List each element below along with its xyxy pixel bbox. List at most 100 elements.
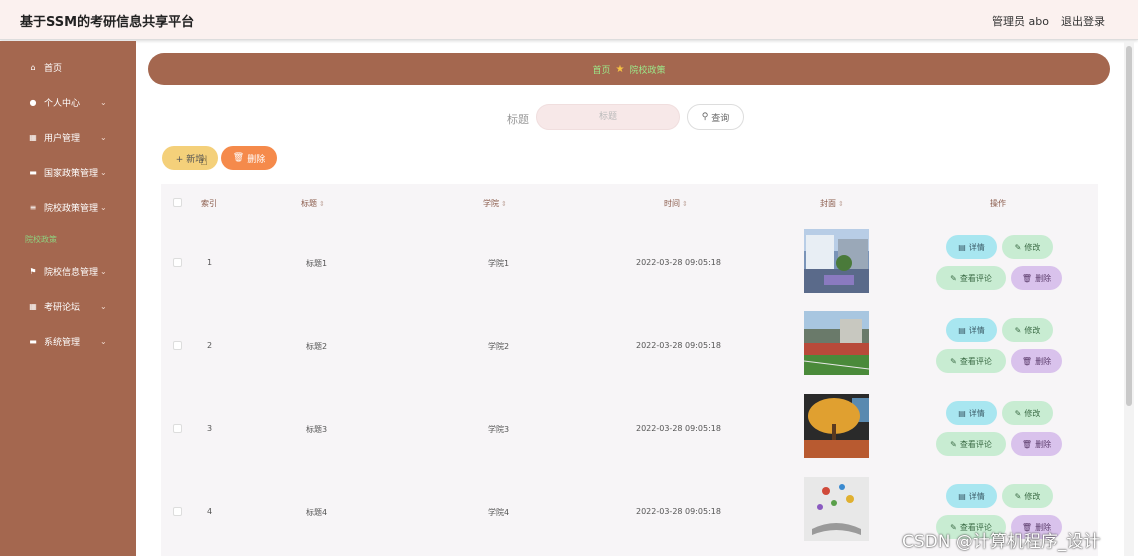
- sidebar-item-label: 院校信息管理: [44, 267, 99, 278]
- sidebar-item-label: 用户管理: [44, 133, 81, 144]
- view-comments-button[interactable]: ✎ 查看评论: [936, 266, 1006, 290]
- sidebar-item-personal[interactable]: ● 个人中心 ⌄: [0, 91, 136, 113]
- sort-icon[interactable]: ⇕: [501, 200, 507, 208]
- view-comments-button[interactable]: ✎ 查看评论: [936, 349, 1006, 373]
- chevron-down-icon: ⌄: [100, 336, 107, 346]
- cell-title: 标题1: [306, 259, 328, 268]
- trash-icon: 🗑: [1021, 356, 1033, 366]
- edit-button[interactable]: ✎ 修改: [1002, 484, 1053, 508]
- list-icon: ≡: [29, 202, 37, 212]
- sidebar-item-label: 系统管理: [44, 337, 81, 348]
- header-cover[interactable]: 封面 ⇕: [820, 198, 844, 209]
- delete-button[interactable]: 🗑 删除: [1011, 349, 1062, 373]
- row-checkbox[interactable]: [173, 341, 182, 350]
- header-ops: 操作: [990, 199, 1006, 208]
- sidebar-item-label: 首页: [44, 63, 63, 74]
- cell-index: 2: [207, 341, 213, 350]
- doc-icon: ▤: [958, 408, 966, 418]
- edit-button[interactable]: ✎ 修改: [1002, 235, 1053, 259]
- cell-index: 4: [207, 507, 213, 516]
- chevron-down-icon: ⌄: [100, 132, 107, 142]
- cover-image-autumn-tree: [804, 394, 869, 458]
- sidebar-item-national-policy[interactable]: ▬ 国家政策管理 ⌄: [0, 161, 136, 183]
- pencil-icon: ✎: [1014, 491, 1022, 501]
- trash-icon: 🗑: [1021, 273, 1033, 283]
- header-college[interactable]: 学院 ⇕: [483, 198, 507, 209]
- cover-image-book-art: [804, 477, 869, 541]
- trash-icon: 🗑: [1021, 439, 1033, 449]
- cell-title: 标题3: [306, 425, 328, 434]
- cell-time: 2022-03-28 09:05:18: [636, 258, 721, 267]
- grid-icon: ▦: [29, 301, 37, 311]
- trash-icon: 🗑: [232, 153, 245, 163]
- detail-button[interactable]: ▤ 详情: [946, 484, 997, 508]
- vertical-scrollbar[interactable]: [1124, 42, 1134, 556]
- table-row: 2 标题2 学院2 2022-03-28 09:05:18 ▤ 详情 ✎ 修改 ✎ 查…: [161, 304, 1098, 387]
- delete-button[interactable]: 🗑 删除: [1011, 266, 1062, 290]
- doc-icon: ▤: [958, 242, 966, 252]
- chat-icon: ▬: [29, 336, 37, 346]
- cell-college: 学院3: [488, 425, 510, 434]
- add-button[interactable]: + 新增: [162, 146, 218, 170]
- cell-college: 学院1: [488, 259, 510, 268]
- cover-image-building: [804, 229, 869, 293]
- search-input[interactable]: [536, 104, 680, 130]
- sidebar-item-system[interactable]: ▬ 系统管理 ⌄: [0, 330, 136, 352]
- table-row: 3 标题3 学院3 2022-03-28 09:05:18 ▤ 详情 ✎ 修改 ✎ 查…: [161, 387, 1098, 470]
- flag-icon: ⚑: [29, 266, 37, 276]
- header-time[interactable]: 时间 ⇕: [664, 198, 688, 209]
- sidebar-subitem-school-policy[interactable]: 院校政策: [25, 234, 57, 245]
- sidebar-item-school-policy[interactable]: ≡ 院校政策管理 ⌄: [0, 196, 136, 218]
- detail-button[interactable]: ▤ 详情: [946, 235, 997, 259]
- select-all-checkbox[interactable]: [173, 198, 182, 207]
- detail-button[interactable]: ▤ 详情: [946, 318, 997, 342]
- sidebar-item-label: 个人中心: [44, 98, 81, 109]
- pencil-icon: ✎: [1014, 325, 1022, 335]
- cell-index: 1: [207, 258, 213, 267]
- detail-button[interactable]: ▤ 详情: [946, 401, 997, 425]
- breadcrumb-current: 院校政策: [629, 65, 666, 76]
- user-icon: ●: [29, 97, 37, 107]
- sidebar-item-users[interactable]: ▦ 用户管理 ⌄: [0, 126, 136, 148]
- header-title[interactable]: 标题 ⇕: [301, 198, 325, 209]
- sidebar-item-label: 院校政策管理: [44, 203, 99, 214]
- view-comments-button[interactable]: ✎ 查看评论: [936, 432, 1006, 456]
- logout-link[interactable]: 退出登录: [1061, 13, 1105, 29]
- breadcrumb-home[interactable]: 首页: [593, 63, 611, 76]
- search-button[interactable]: ⚲ 查询: [687, 104, 744, 130]
- sidebar-item-school-info[interactable]: ⚑ 院校信息管理 ⌄: [0, 260, 136, 282]
- chevron-down-icon: ⌄: [100, 167, 107, 177]
- cell-time: 2022-03-28 09:05:18: [636, 507, 721, 516]
- search-icon: ⚲: [701, 112, 709, 122]
- edit-button[interactable]: ✎ 修改: [1002, 318, 1053, 342]
- cell-title: 标题4: [306, 508, 328, 517]
- row-checkbox[interactable]: [173, 424, 182, 433]
- row-checkbox[interactable]: [173, 258, 182, 267]
- batch-delete-button[interactable]: 🗑 删除: [221, 146, 277, 170]
- sort-icon[interactable]: ⇕: [319, 200, 325, 208]
- star-icon: ★: [615, 63, 625, 75]
- sidebar-item-home[interactable]: ⌂ 首页: [0, 56, 136, 78]
- batch-delete-label: 删除: [247, 154, 266, 165]
- watermark: CSDN @计算机程序_设计: [902, 532, 1101, 552]
- sort-icon[interactable]: ⇕: [838, 200, 844, 208]
- pencil-icon: ✎: [1014, 408, 1022, 418]
- cell-time: 2022-03-28 09:05:18: [636, 341, 721, 350]
- cell-college: 学院2: [488, 342, 510, 351]
- sidebar-item-forum[interactable]: ▦ 考研论坛 ⌄: [0, 295, 136, 317]
- chevron-down-icon: ⌄: [100, 301, 107, 311]
- row-checkbox[interactable]: [173, 507, 182, 516]
- header-index: 索引: [201, 199, 217, 208]
- scrollbar-thumb[interactable]: [1126, 46, 1132, 406]
- sort-icon[interactable]: ⇕: [682, 200, 688, 208]
- delete-button[interactable]: 🗑 删除: [1011, 432, 1062, 456]
- search-label: 标题: [507, 113, 529, 126]
- chevron-down-icon: ⌄: [100, 266, 107, 276]
- pencil-icon: ✎: [950, 273, 957, 283]
- home-icon: ⌂: [30, 62, 36, 72]
- table-row: 1 标题1 学院1 2022-03-28 09:05:18 ▤ 详情 ✎ 修改 ✎ 查…: [161, 221, 1098, 304]
- edit-button[interactable]: ✎ 修改: [1002, 401, 1053, 425]
- sidebar: ⌂ 首页 ● 个人中心 ⌄ ▦ 用户管理 ⌄ ▬ 国家政策管理 ⌄ ≡ 院校政策…: [0, 41, 136, 556]
- top-bar: 基于SSM的考研信息共享平台 管理员 abo 退出登录: [0, 0, 1138, 40]
- cover-image-stadium: [804, 311, 869, 375]
